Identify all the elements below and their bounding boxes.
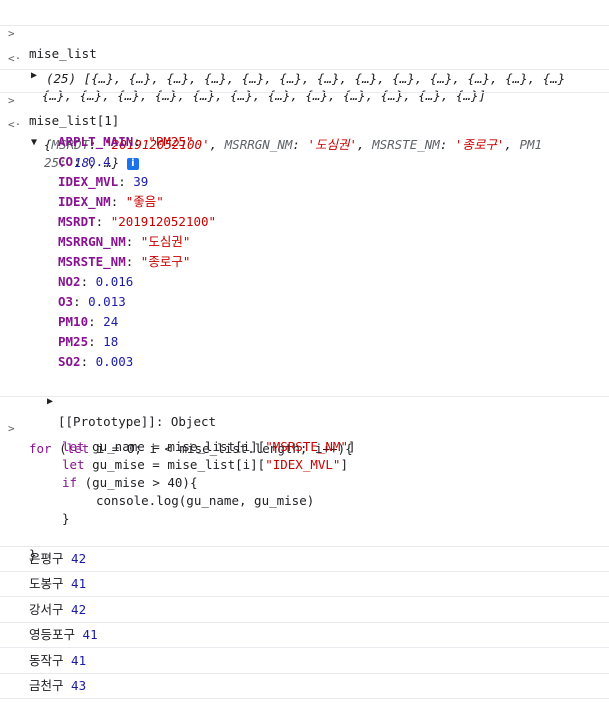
divider [0, 25, 609, 26]
divider [0, 571, 609, 572]
property-value: 0.4 [88, 154, 111, 169]
property-key: IDEX_NM [58, 194, 111, 209]
divider [0, 396, 609, 397]
property-key: MSRRGN_NM [58, 234, 126, 249]
divider [0, 621, 609, 623]
code-line: } [62, 511, 70, 526]
property-key: PM25 [58, 334, 89, 349]
property-key: PM10 [58, 314, 89, 329]
property-key: NO2 [58, 274, 81, 289]
log-district-name: 은평구 [29, 551, 64, 566]
info-icon[interactable]: i [126, 157, 139, 170]
property-value: "종로구" [140, 254, 191, 269]
property-value: 39 [133, 174, 149, 189]
property-value: "PM25" [148, 134, 194, 149]
log-index-value: 41 [71, 652, 87, 668]
divider [0, 698, 609, 699]
property-key: O3 [58, 294, 74, 309]
divider [0, 69, 609, 70]
log-index-value: 42 [71, 551, 87, 566]
log-index-value: 42 [71, 601, 87, 617]
log-index-value: 41 [71, 576, 87, 592]
property-key: MSRDT [58, 214, 96, 229]
property-key: CO [58, 154, 74, 169]
log-district-name: 영등포구 [29, 627, 76, 643]
property-value: 0.016 [95, 274, 134, 289]
property-key: ARPLT_MAIN [58, 134, 134, 149]
divider [0, 546, 609, 547]
divider [0, 647, 609, 649]
divider [0, 596, 609, 598]
property-value: "201912052100" [110, 214, 217, 229]
code-line: } [29, 547, 37, 562]
log-index-value: 43 [71, 678, 87, 693]
log-district-name: 강서구 [29, 601, 64, 617]
property-value: 24 [103, 314, 119, 329]
log-district-name: 도봉구 [29, 576, 64, 592]
property-key: MSRSTE_NM [58, 254, 126, 269]
log-district-name: 동작구 [29, 652, 64, 668]
log-index-value: 41 [82, 627, 98, 643]
property-value: 0.013 [88, 294, 126, 309]
log-district-name: 금천구 [29, 678, 64, 693]
expanded-triangle-icon[interactable]: ▼ [31, 133, 37, 153]
property-key: IDEX_MVL [58, 174, 119, 189]
property-value: 18 [103, 334, 119, 349]
property-value: "도심권" [140, 234, 191, 249]
property-value: "좋음" [125, 194, 164, 209]
divider [0, 672, 609, 674]
property-value: 0.003 [95, 354, 134, 369]
property-key: SO2 [58, 354, 81, 369]
divider [0, 92, 609, 93]
